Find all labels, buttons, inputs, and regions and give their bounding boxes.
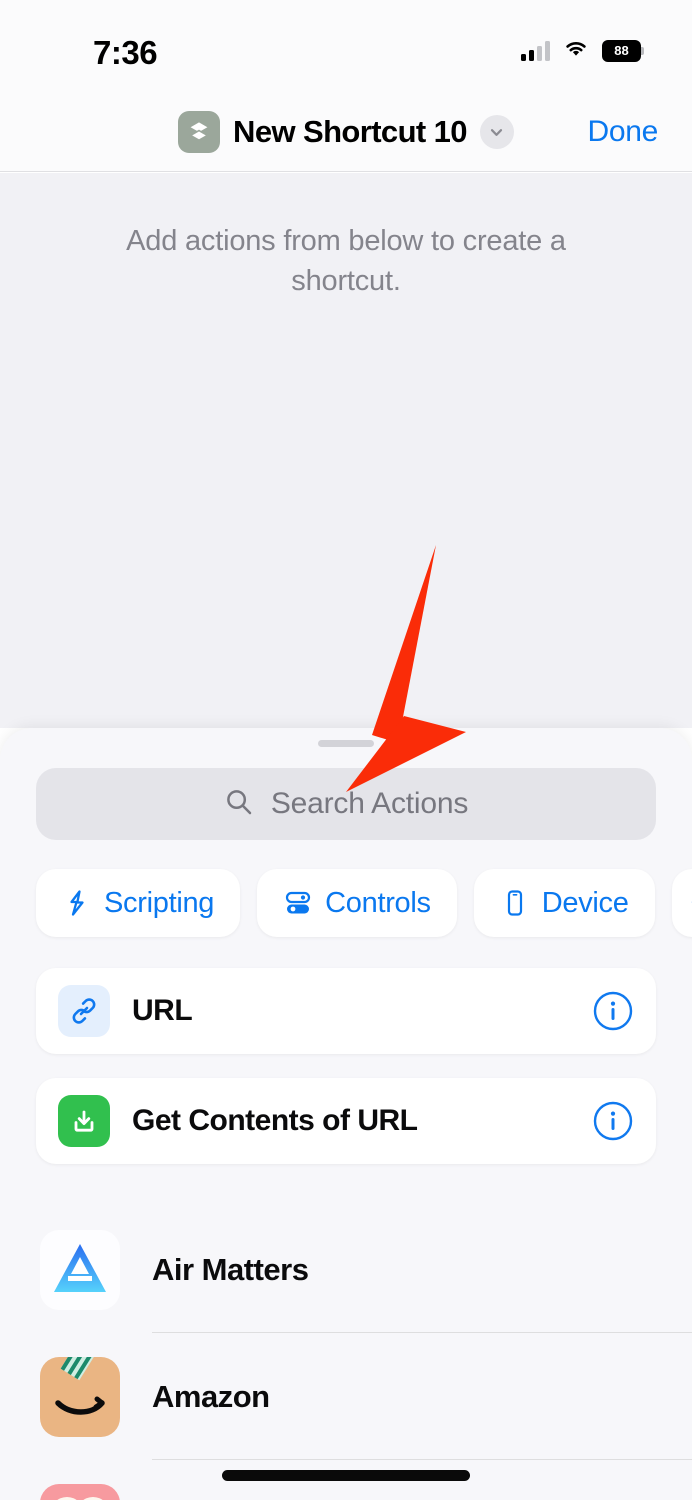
sheet-grabber-handle[interactable] [318,740,374,747]
status-bar-indicators: 88 [521,38,644,63]
chip-scripting[interactable]: Scripting [36,869,241,937]
wifi-icon [563,38,589,63]
navigation-bar: New Shortcut 10 Done [0,92,692,172]
scripting-icon [62,888,92,918]
battery-icon: 88 [602,39,644,62]
search-icon [224,787,254,822]
chevron-down-icon[interactable] [479,115,514,149]
link-chain-icon [58,985,110,1037]
shortcut-layers-icon [178,111,221,153]
home-indicator [222,1470,470,1481]
chip-label: Scripting [104,886,215,919]
info-circle-icon[interactable] [592,990,634,1032]
empty-state-message: Add actions from below to create a short… [126,225,566,297]
action-label: URL [132,994,193,1027]
list-item-air-matters[interactable]: Air Matters [0,1206,692,1333]
chip-label: Device [541,886,629,919]
controls-toggle-icon [283,888,313,918]
list-item-amazon[interactable]: Amazon [0,1333,692,1460]
air-matters-app-icon [40,1229,120,1310]
chip-device[interactable]: Device [473,869,655,937]
device-phone-icon [500,888,530,918]
app-list: Air Matters Amazon [0,1206,692,1500]
action-label: Get Contents of URL [132,1104,418,1137]
action-row-get-contents-of-url[interactable]: Get Contents of URL [36,1078,656,1164]
chip-sharing[interactable] [671,869,692,937]
battery-level-text: 88 [614,43,629,58]
page-title: New Shortcut 10 [233,114,467,149]
action-picker-sheet: Search Actions Scripting Controls Device… [0,728,692,1500]
status-bar-time: 7:36 [93,34,158,71]
category-chip-row[interactable]: Scripting Controls Device [0,864,692,942]
info-circle-icon[interactable] [592,1100,634,1142]
app-label: Amazon [152,1378,270,1414]
iphone-screen: 7:36 88 New Shortcut 10 Done Add actions… [0,0,692,1500]
amazon-app-icon [40,1356,120,1437]
app-label: Air Matters [152,1251,309,1287]
chip-controls[interactable]: Controls [257,869,457,937]
done-button[interactable]: Done [587,92,658,172]
chip-label: Controls [325,886,431,919]
search-placeholder: Search Actions [270,787,469,820]
cellular-bars-icon [521,40,550,61]
amie-app-icon [40,1483,120,1500]
download-tray-icon [58,1095,110,1147]
search-input[interactable]: Search Actions [36,768,656,840]
action-row-url[interactable]: URL [36,968,656,1054]
shortcut-canvas: Add actions from below to create a short… [0,173,692,728]
status-bar: 7:36 88 [0,0,692,92]
